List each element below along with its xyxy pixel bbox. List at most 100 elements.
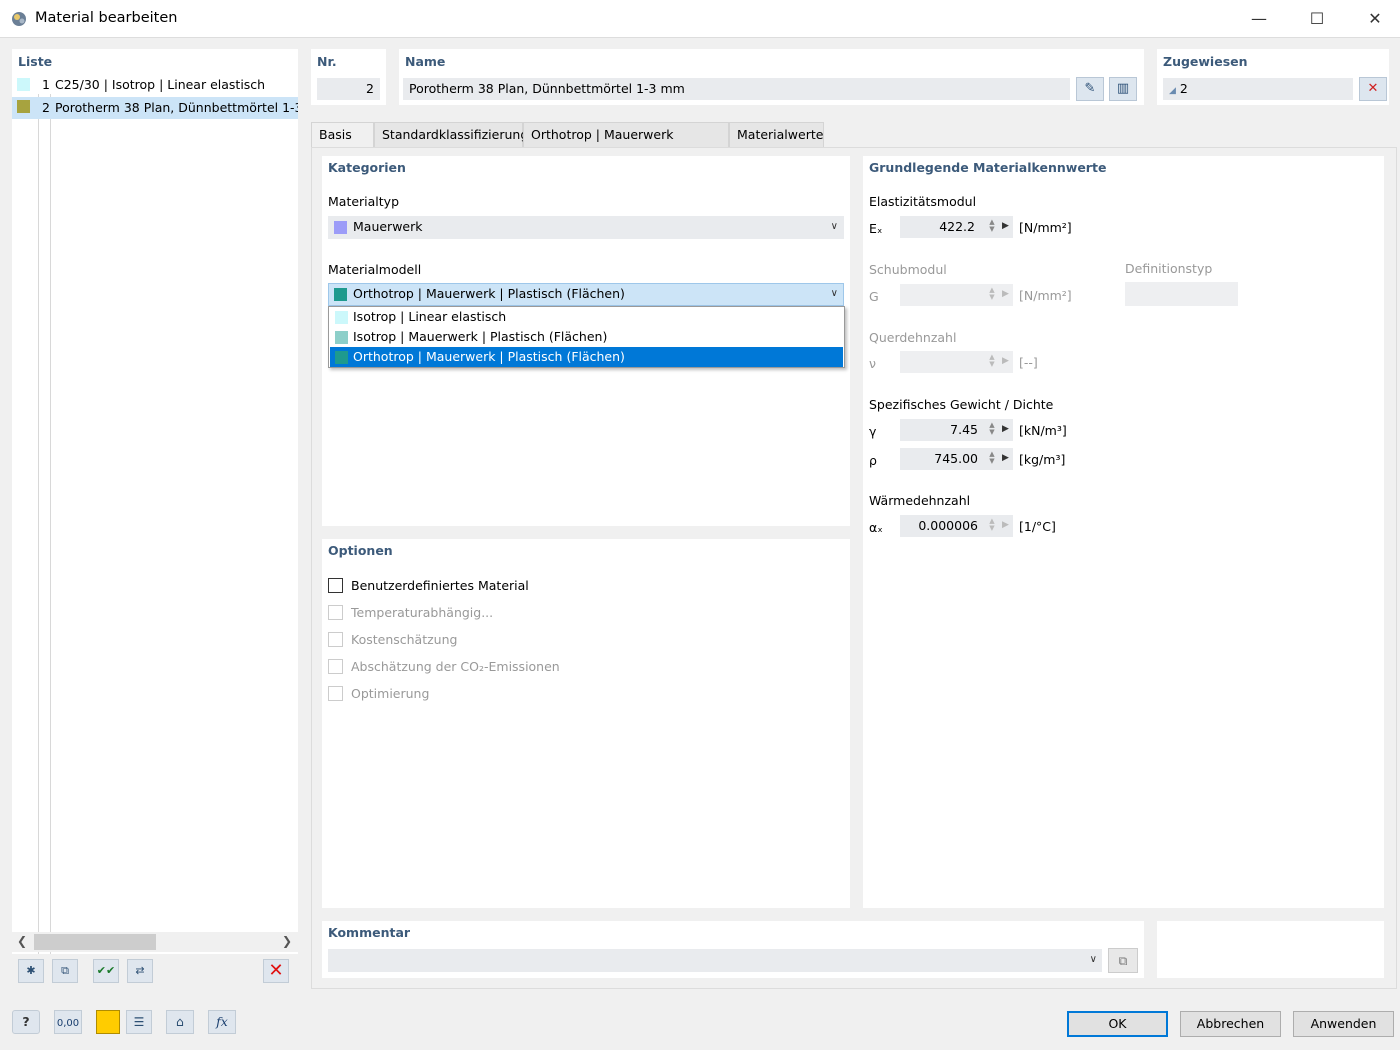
units-icon[interactable]: 0,00 [54,1010,82,1034]
option-swatch [335,311,348,324]
categories-header: Kategorien [328,160,406,175]
name-panel: Name Porotherm 38 Plan, Dünnbettmörtel 1… [399,49,1144,105]
cancel-button[interactable]: Abbrechen [1180,1011,1281,1037]
specific-weight-label: Spezifisches Gewicht / Dichte [869,397,1054,412]
name-header: Name [405,54,446,69]
new-material-icon[interactable]: ✱ [18,959,44,983]
list-item-label: C25/30 | Isotrop | Linear elastisch [55,77,266,92]
delete-icon[interactable]: ✕ [263,959,289,983]
thermal-expansion-label: Wärmedehnzahl [869,493,971,508]
list-item-label: Porotherm 38 Plan, Dünnbettmörtel 1-3 m [55,100,298,115]
properties-header: Grundlegende Materialkennwerte [869,160,1107,175]
option-cost-estimate: Kostenschätzung [328,632,728,650]
select-assign-icon[interactable]: ✕ [1359,77,1387,101]
shear-modulus-label: Schubmodul [869,262,947,277]
material-model-swatch [334,288,347,301]
e-unit: [N/mm²] [1019,220,1072,235]
nr-panel: Nr. 2 [311,49,386,105]
preview-panel [1157,921,1384,978]
chevron-down-icon[interactable]: ∨ [831,216,838,238]
ok-button[interactable]: OK [1067,1011,1168,1037]
library-book-icon[interactable]: ▥ [1109,77,1137,101]
tab-material-values[interactable]: Materialwerte [729,122,824,147]
material-model-select[interactable]: Orthotrop | Mauerwerk | Plastisch (Fläch… [328,283,844,306]
nu-menu-arrow-icon: ▶ [1002,356,1009,366]
custom-material-checkbox[interactable] [328,578,343,593]
rho-spinner-icon[interactable]: ▲ ▼ [987,451,997,465]
material-color-swatch [17,78,30,91]
edit-name-icon[interactable]: ✎ [1076,77,1104,101]
close-window-button[interactable]: ✕ [1352,0,1398,38]
cost-checkbox [328,632,343,647]
poisson-label: Querdehnzahl [869,330,957,345]
rho-menu-arrow-icon[interactable]: ▶ [1002,453,1009,463]
material-model-dropdown: Isotrop | Linear elastisch Isotrop | Mau… [328,306,845,368]
comment-input[interactable]: ∨ [328,949,1102,972]
option-label: Isotrop | Mauerwerk | Plastisch (Flächen… [353,329,608,344]
option-temperature: Temperaturabhängig... [328,605,728,623]
scrollbar-thumb[interactable] [34,934,156,950]
list-item-selected[interactable]: 2 Porotherm 38 Plan, Dünnbettmörtel 1-3 … [12,97,298,119]
tab-basis[interactable]: Basis [311,122,374,147]
material-type-select[interactable]: Mauerwerk ∨ [328,216,844,239]
alpha-unit: [1/°C] [1019,519,1056,534]
tab-orthotropic[interactable]: Orthotrop | Mauerwerk (Flächen) [523,122,729,166]
gamma-spinner-icon[interactable]: ▲ ▼ [987,422,997,436]
option-swatch [335,351,348,364]
option-label: Benutzerdefiniertes Material [351,578,529,593]
check-all-icon[interactable]: ✔✔ [93,959,119,983]
rho-unit: [kg/m³] [1019,452,1066,467]
rho-symbol: ρ [869,453,877,468]
option-label: Isotrop | Linear elastisch [353,309,507,324]
comment-edit-icon[interactable]: ⧉ [1108,948,1138,973]
color-icon[interactable] [96,1010,120,1034]
g-unit: [N/mm²] [1019,288,1072,303]
name-field[interactable]: Porotherm 38 Plan, Dünnbettmörtel 1-3 mm [403,78,1070,100]
window-title: Material bearbeiten [35,10,178,26]
alpha-symbol: αₓ [869,520,883,535]
scroll-right-icon[interactable]: ❯ [282,934,292,948]
copy-material-icon[interactable]: ⧉ [52,959,78,983]
chevron-down-icon[interactable]: ∨ [1090,949,1097,971]
apply-button[interactable]: Anwenden [1293,1011,1394,1037]
dropdown-option-selected[interactable]: Orthotrop | Mauerwerk | Plastisch (Fläch… [330,347,843,367]
option-swatch [335,331,348,344]
list-item[interactable]: 1 C25/30 | Isotrop | Linear elastisch [12,75,298,96]
option-custom-material[interactable]: Benutzerdefiniertes Material [328,578,728,596]
help-icon[interactable]: ? [12,1010,40,1034]
alpha-menu-arrow-icon[interactable]: ▶ [1002,520,1009,530]
units-value: 0,00 [56,1018,80,1029]
e-spinner-icon[interactable]: ▲ ▼ [987,219,997,233]
list-item-number: 2 [42,100,50,115]
options-header: Optionen [328,543,393,558]
e-modulus-label: Elastizitätsmodul [869,194,977,209]
nr-field[interactable]: 2 [317,78,380,100]
comment-header: Kommentar [328,925,411,940]
option-label: Orthotrop | Mauerwerk | Plastisch (Fläch… [353,349,625,364]
horizontal-scrollbar[interactable]: ❮ ❯ [12,932,298,952]
dropdown-option[interactable]: Isotrop | Mauerwerk | Plastisch (Flächen… [330,327,843,347]
maximize-button[interactable]: ☐ [1294,0,1340,38]
renumber-icon[interactable]: ⇄ [127,959,153,983]
dropdown-option[interactable]: Isotrop | Linear elastisch [330,307,843,327]
scroll-left-icon[interactable]: ❮ [17,934,27,948]
assigned-field[interactable]: ◢ 2 [1163,78,1353,100]
formula-icon[interactable]: fx [208,1010,236,1034]
minimize-button[interactable]: — [1236,0,1282,38]
material-type-value: Mauerwerk [353,219,423,234]
alpha-spinner-icon[interactable]: ▲ ▼ [987,518,997,532]
view-icon[interactable]: ⌂ [166,1010,194,1034]
chevron-down-icon[interactable]: ∨ [831,283,838,305]
g-menu-arrow-icon: ▶ [1002,289,1009,299]
co2-checkbox [328,659,343,674]
nu-symbol: ν [869,356,876,371]
definition-type-field [1125,282,1238,306]
assigned-panel: Zugewiesen ◢ 2 ✕ [1157,49,1389,105]
nr-header: Nr. [317,54,337,69]
gamma-menu-arrow-icon[interactable]: ▶ [1002,424,1009,434]
tab-standard-classification[interactable]: Standardklassifizierung [374,122,528,147]
e-menu-arrow-icon[interactable]: ▶ [1002,221,1009,231]
display-properties-icon[interactable]: ☰ [126,1010,152,1034]
definition-type-label: Definitionstyp [1125,261,1213,276]
list-panel: Liste 1 C25/30 | Isotrop | Linear elasti… [12,49,298,989]
